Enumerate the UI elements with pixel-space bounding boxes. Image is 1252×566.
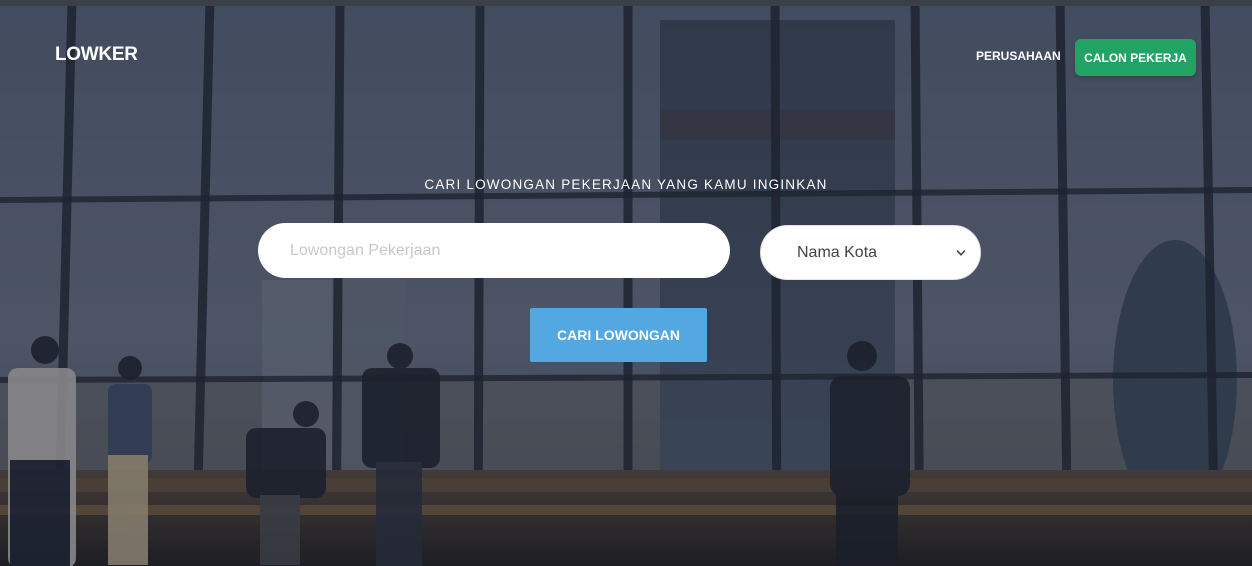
city-select[interactable]: Nama Kota <box>760 225 981 280</box>
search-jobs-button[interactable]: CARI LOWONGAN <box>530 308 707 362</box>
calon-pekerja-button[interactable]: CALON PEKERJA <box>1075 39 1196 76</box>
chevron-down-icon <box>956 249 966 256</box>
hero-section: LOWKER PERUSAHAAN CALON PEKERJA CARI LOW… <box>0 0 1252 566</box>
city-select-value: Nama Kota <box>797 243 878 261</box>
hero-headline: CARI LOWONGAN PEKERJAAN YANG KAMU INGINK… <box>424 177 828 192</box>
brand-logo[interactable]: LOWKER <box>55 44 138 66</box>
job-search-input[interactable] <box>258 223 730 278</box>
hero-background-image <box>0 0 1252 566</box>
window-top-border <box>0 0 1252 6</box>
nav-link-perusahaan[interactable]: PERUSAHAAN <box>976 49 1061 63</box>
